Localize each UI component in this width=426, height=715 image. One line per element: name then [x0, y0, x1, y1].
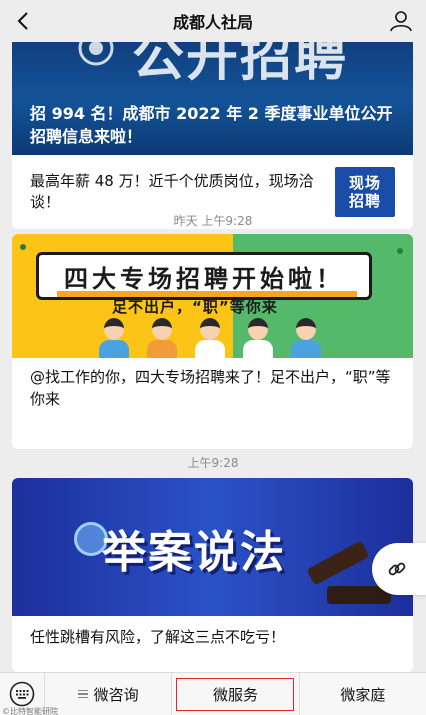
- article-cover[interactable]: 举案说法: [12, 478, 413, 616]
- menu-icon: [77, 688, 88, 701]
- timestamp: 昨天 上午9:28: [173, 214, 253, 228]
- person-illustration: [193, 318, 227, 358]
- keyboard-icon: [9, 681, 35, 707]
- person-illustration: [145, 318, 179, 358]
- tab-wei-jiating[interactable]: 微家庭: [298, 672, 426, 715]
- bottom-menu: 微咨询 微服务 微家庭: [0, 672, 426, 715]
- profile-button[interactable]: [388, 8, 414, 34]
- cover-title: 举案说法: [102, 527, 286, 578]
- tab-label: 微家庭: [340, 685, 386, 704]
- sub-article-title: 最高年薪 48 万！近千个优质岗位，现场洽谈！: [30, 172, 314, 211]
- article-title: @找工作的你，四大专场招聘来了！足不出户，“职”等你来: [30, 368, 391, 408]
- article-card[interactable]: 四大专场招聘开始啦！ 足不出户，“职”等你来 @找工作的你，四大专场招聘来了！足…: [12, 234, 413, 449]
- article-cover[interactable]: 四大专场招聘开始啦！ 足不出户，“职”等你来: [12, 234, 413, 358]
- link-icon: [388, 562, 406, 576]
- cover-title-plate: 四大专场招聘开始啦！: [36, 252, 372, 300]
- timestamp: 上午9:28: [187, 456, 239, 470]
- thumb-text-line: 现场: [348, 174, 381, 192]
- sub-article-thumbnail: 现场 招聘: [335, 167, 395, 217]
- message-feed[interactable]: 公开招聘 招 994 名！成都市 2022 年 2 季度事业单位公开招聘信息来啦…: [0, 42, 426, 672]
- person-illustration: [289, 318, 323, 358]
- article-card[interactable]: 举案说法 任性跳槽有风险，了解这三点不吃亏！: [12, 478, 413, 672]
- gavel-icon: [306, 540, 370, 586]
- article-title: 任性跳槽有风险，了解这三点不吃亏！: [30, 628, 286, 646]
- decor-dot: [397, 248, 403, 254]
- tab-wei-fuwu[interactable]: 微服务: [171, 672, 298, 715]
- cover-banner-text: 公开招聘: [132, 42, 349, 88]
- article-card[interactable]: 公开招聘 招 994 名！成都市 2022 年 2 季度事业单位公开招聘信息来啦…: [12, 42, 413, 229]
- illustration-people: [97, 318, 323, 358]
- emblem-icon: [78, 42, 114, 66]
- chevron-left-icon: [17, 12, 28, 30]
- article-cover[interactable]: 公开招聘 招 994 名！成都市 2022 年 2 季度事业单位公开招聘信息来啦…: [12, 42, 413, 155]
- nav-bar: 成都人社局: [0, 0, 426, 42]
- article-headline: 招 994 名！成都市 2022 年 2 季度事业单位公开招聘信息来啦！: [30, 104, 393, 146]
- watermark: ©比特智能研院: [2, 707, 58, 715]
- tab-label: 微服务: [212, 685, 258, 704]
- cover-title: 四大专场招聘开始啦！: [64, 264, 344, 293]
- cover-subtitle: 足不出户，“职”等你来: [112, 298, 278, 316]
- tab-wei-zixun[interactable]: 微咨询: [44, 672, 171, 715]
- person-illustration: [241, 318, 275, 358]
- tab-label: 微咨询: [93, 685, 139, 704]
- person-illustration: [97, 318, 131, 358]
- floating-link-button[interactable]: [372, 543, 426, 595]
- decor-dot: [20, 244, 26, 250]
- thumb-text-line: 招聘: [348, 192, 381, 210]
- page-title: 成都人社局: [172, 13, 253, 32]
- back-button[interactable]: [8, 6, 38, 36]
- person-icon: [390, 11, 412, 32]
